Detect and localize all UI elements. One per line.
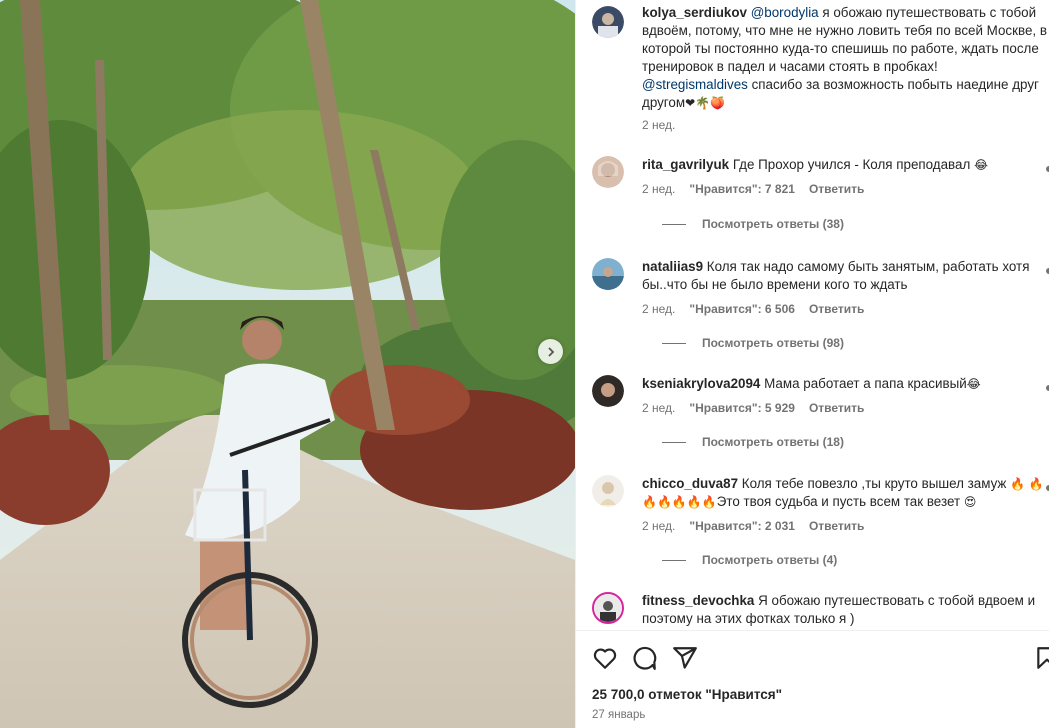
- comment-meta: 2 нед. "Нравится": 5 929 Ответить: [642, 401, 864, 415]
- view-replies-label: Посмотреть ответы (38): [702, 217, 844, 231]
- comments-list[interactable]: kolya_serdiukov @borodylia я обожаю путе…: [576, 0, 1049, 630]
- caption-time: 2 нед.: [642, 118, 675, 132]
- comment-likes[interactable]: "Нравится": 5 929: [689, 401, 795, 415]
- reply-button[interactable]: Ответить: [809, 182, 864, 196]
- view-replies-label: Посмотреть ответы (18): [702, 435, 844, 449]
- post-date: 27 январь: [592, 709, 646, 721]
- comment-meta: 2 нед. "Нравится": 2 031 Ответить: [642, 519, 864, 533]
- avatar[interactable]: [592, 475, 624, 507]
- avatar[interactable]: [592, 258, 624, 290]
- divider: [662, 441, 686, 443]
- comment-meta: 2 нед. "Нравится": 7 821 Ответить: [642, 182, 864, 196]
- comment-body: Где Прохор учился - Коля преподавал: [732, 157, 971, 172]
- bookmark-icon[interactable]: [1034, 645, 1049, 671]
- comment-body-2: Это твоя судьба и пусть всем так везет: [716, 494, 961, 509]
- view-replies-button[interactable]: Посмотреть ответы (18): [662, 435, 844, 449]
- comment-emoji: 😂: [966, 377, 981, 391]
- comment-emoji-2: 😍: [963, 495, 977, 509]
- comment-username[interactable]: kseniakrylova2094: [642, 376, 760, 391]
- view-replies-button[interactable]: Посмотреть ответы (98): [662, 336, 844, 350]
- comment-text: chicco_duva87 Коля тебе повезло ,ты крут…: [642, 475, 1047, 511]
- reply-button[interactable]: Ответить: [809, 302, 864, 316]
- comment-text: nataliias9 Коля так надо самому быть зан…: [642, 258, 1047, 294]
- comment-likes[interactable]: "Нравится": 6 506: [689, 302, 795, 316]
- caption-username[interactable]: kolya_serdiukov: [642, 5, 747, 20]
- comment-username[interactable]: nataliias9: [642, 259, 703, 274]
- view-replies-label: Посмотреть ответы (4): [702, 553, 838, 567]
- avatar[interactable]: [592, 6, 624, 38]
- comment-username[interactable]: chicco_duva87: [642, 476, 738, 491]
- caption-text: kolya_serdiukov @borodylia я обожаю путе…: [642, 4, 1047, 112]
- avatar[interactable]: [592, 156, 624, 188]
- comment-time: 2 нед.: [642, 519, 676, 533]
- view-replies-label: Посмотреть ответы (98): [702, 336, 844, 350]
- post-actions: 25 700,0 отметок "Нравится" 27 январь: [576, 630, 1049, 728]
- comment-time: 2 нед.: [642, 182, 676, 196]
- comment-likes[interactable]: "Нравится": 2 031: [689, 519, 795, 533]
- comment-text: rita_gavrilyuk Где Прохор учился - Коля …: [642, 156, 1047, 174]
- comment-username[interactable]: fitness_devochka: [642, 593, 754, 608]
- divider: [662, 223, 686, 225]
- caption-time-text: 2 нед.: [642, 118, 676, 132]
- comment-emoji: 😂: [974, 158, 989, 172]
- view-replies-button[interactable]: Посмотреть ответы (4): [662, 553, 837, 567]
- comment-text: fitness_devochka Я обожаю путешествовать…: [642, 592, 1047, 628]
- comment-likes[interactable]: "Нравится": 7 821: [689, 182, 795, 196]
- reply-button[interactable]: Ответить: [809, 519, 864, 533]
- comment-username[interactable]: rita_gavrilyuk: [642, 157, 729, 172]
- comments-panel: kolya_serdiukov @borodylia я обожаю путе…: [575, 0, 1049, 728]
- comment-time: 2 нед.: [642, 302, 676, 316]
- heart-icon[interactable]: [592, 645, 618, 671]
- avatar[interactable]: [592, 592, 624, 624]
- comment-body: Мама работает а папа красивый: [764, 376, 967, 391]
- comment-text: kseniakrylova2094 Мама работает а папа к…: [642, 375, 1047, 393]
- comment-time: 2 нед.: [642, 401, 676, 415]
- caption-emojis: ❤🌴🍑: [685, 96, 725, 110]
- beach-path-photo: [0, 0, 575, 728]
- chevron-right-icon: [547, 346, 554, 357]
- comment-meta: 2 нед. "Нравится": 6 506 Ответить: [642, 302, 864, 316]
- comment-emoji: 🔥: [1010, 477, 1026, 491]
- caption-mention-2[interactable]: @stregismaldives: [642, 77, 748, 92]
- caption-mention[interactable]: @borodylia: [751, 5, 819, 20]
- view-replies-button[interactable]: Посмотреть ответы (38): [662, 217, 844, 231]
- divider: [662, 559, 686, 561]
- divider: [662, 342, 686, 344]
- like-count[interactable]: 25 700,0 отметок "Нравится": [592, 687, 782, 702]
- reply-button[interactable]: Ответить: [809, 401, 864, 415]
- post-photo: [0, 0, 575, 728]
- share-icon[interactable]: [672, 645, 698, 671]
- comment-icon[interactable]: [632, 645, 658, 671]
- avatar[interactable]: [592, 375, 624, 407]
- next-photo-button[interactable]: [538, 339, 563, 364]
- comment-body: Коля тебе повезло ,ты круто вышел замуж: [741, 476, 1007, 491]
